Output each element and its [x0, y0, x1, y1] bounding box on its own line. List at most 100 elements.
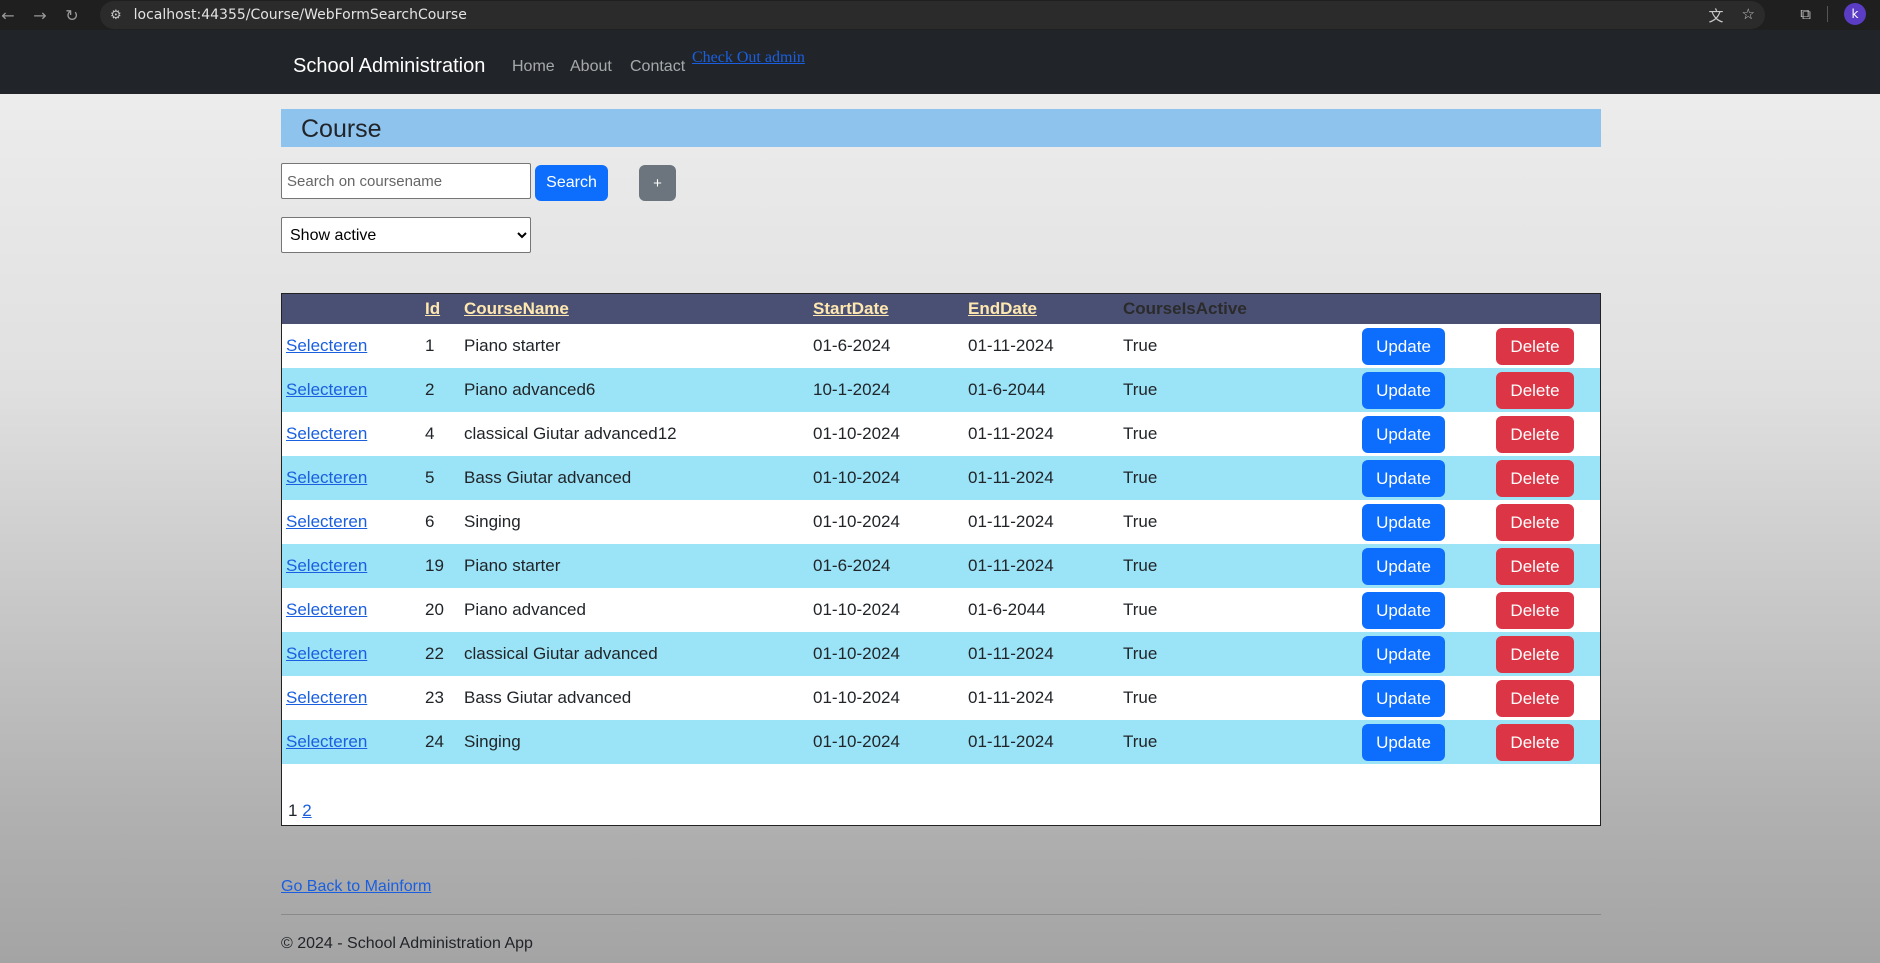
address-bar[interactable]: ⚙ localhost:44355/Course/WebFormSearchCo… [100, 1, 1765, 29]
update-button[interactable]: Update [1362, 591, 1445, 629]
sort-enddate-link[interactable]: EndDate [968, 299, 1037, 318]
col-enddate-header[interactable]: EndDate [964, 294, 1119, 324]
nav-home-link[interactable]: Home [512, 58, 555, 76]
update-button[interactable]: Update [1362, 547, 1445, 585]
update-button[interactable]: Update [1362, 723, 1445, 761]
col-id-header[interactable]: Id [421, 294, 460, 324]
search-button[interactable]: Search [535, 165, 608, 201]
cell-courseisactive: True [1123, 512, 1158, 531]
delete-button[interactable]: Delete [1496, 591, 1574, 629]
cell-delete[interactable]: Delete [1492, 720, 1600, 764]
pager-page-2-link[interactable]: 2 [302, 801, 311, 820]
sort-startdate-link[interactable]: StartDate [813, 299, 889, 318]
select-row-link[interactable]: Selecteren [286, 336, 367, 355]
nav-about-link[interactable]: About [570, 58, 612, 76]
active-filter-select[interactable]: Show active [281, 217, 531, 253]
update-button[interactable]: Update [1362, 371, 1445, 409]
select-row-link[interactable]: Selecteren [286, 556, 367, 575]
cell-update[interactable]: Update [1358, 544, 1492, 588]
delete-button[interactable]: Delete [1496, 503, 1574, 541]
cell-update[interactable]: Update [1358, 720, 1492, 764]
nav-contact-link[interactable]: Contact [630, 58, 685, 76]
cell-id: 2 [425, 380, 435, 399]
delete-button[interactable]: Delete [1496, 679, 1574, 717]
col-startdate-header[interactable]: StartDate [809, 294, 964, 324]
sort-id-link[interactable]: Id [425, 299, 440, 318]
cell-select[interactable]: Selecteren [282, 500, 421, 544]
select-row-link[interactable]: Selecteren [286, 732, 367, 751]
select-row-link[interactable]: Selecteren [286, 424, 367, 443]
cell-enddate: 01-11-2024 [968, 688, 1054, 707]
cell-update[interactable]: Update [1358, 412, 1492, 456]
select-row-link[interactable]: Selecteren [286, 380, 367, 399]
cell-update[interactable]: Update [1358, 456, 1492, 500]
reload-icon[interactable]: ↻ [56, 6, 88, 25]
select-row-link[interactable]: Selecteren [286, 512, 367, 531]
cell-select[interactable]: Selecteren [282, 544, 421, 588]
cell-select[interactable]: Selecteren [282, 676, 421, 720]
cell-update[interactable]: Update [1358, 632, 1492, 676]
cell-select[interactable]: Selecteren [282, 368, 421, 412]
sort-coursename-link[interactable]: CourseName [464, 299, 569, 318]
star-icon[interactable]: ☆ [1742, 5, 1755, 26]
cell-id: 19 [425, 556, 444, 575]
cell-select[interactable]: Selecteren [282, 456, 421, 500]
cell-courseisactive: True [1123, 732, 1158, 751]
select-row-link[interactable]: Selecteren [286, 468, 367, 487]
cell-update[interactable]: Update [1358, 324, 1492, 368]
cell-delete[interactable]: Delete [1492, 588, 1600, 632]
cell-enddate: 01-11-2024 [968, 556, 1054, 575]
update-button[interactable]: Update [1362, 503, 1445, 541]
cell-delete[interactable]: Delete [1492, 676, 1600, 720]
back-to-mainform-link[interactable]: Go Back to Mainform [281, 878, 431, 896]
cell-enddate: 01-11-2024 [968, 644, 1054, 663]
translate-icon[interactable]: 文 [1709, 5, 1724, 26]
delete-button[interactable]: Delete [1496, 371, 1574, 409]
cell-update[interactable]: Update [1358, 368, 1492, 412]
cell-startdate: 01-10-2024 [813, 512, 900, 531]
site-settings-icon[interactable]: ⚙ [110, 8, 122, 23]
cell-delete[interactable]: Delete [1492, 368, 1600, 412]
delete-button[interactable]: Delete [1496, 723, 1574, 761]
cell-coursename: Piano starter [464, 556, 561, 575]
cell-delete[interactable]: Delete [1492, 456, 1600, 500]
select-row-link[interactable]: Selecteren [286, 688, 367, 707]
cell-delete[interactable]: Delete [1492, 632, 1600, 676]
arrow-right-icon[interactable]: → [24, 6, 56, 25]
update-button[interactable]: Update [1362, 459, 1445, 497]
arrow-left-icon[interactable]: ← [0, 6, 24, 25]
cell-select[interactable]: Selecteren [282, 412, 421, 456]
delete-button[interactable]: Delete [1496, 547, 1574, 585]
cell-update[interactable]: Update [1358, 588, 1492, 632]
col-coursename-header[interactable]: CourseName [460, 294, 809, 324]
extensions-icon[interactable]: ⧉ [1800, 5, 1811, 23]
update-button[interactable]: Update [1362, 415, 1445, 453]
cell-select[interactable]: Selecteren [282, 632, 421, 676]
cell-delete[interactable]: Delete [1492, 412, 1600, 456]
cell-id: 20 [425, 600, 444, 619]
update-button[interactable]: Update [1362, 679, 1445, 717]
delete-button[interactable]: Delete [1496, 635, 1574, 673]
update-button[interactable]: Update [1362, 635, 1445, 673]
cell-select[interactable]: Selecteren [282, 324, 421, 368]
cell-delete[interactable]: Delete [1492, 324, 1600, 368]
brand-link[interactable]: School Administration [293, 55, 485, 78]
cell-select[interactable]: Selecteren [282, 588, 421, 632]
cell-update[interactable]: Update [1358, 500, 1492, 544]
select-row-link[interactable]: Selecteren [286, 600, 367, 619]
cell-select[interactable]: Selecteren [282, 720, 421, 764]
cell-enddate: 01-11-2024 [968, 468, 1054, 487]
cell-update[interactable]: Update [1358, 676, 1492, 720]
cell-delete[interactable]: Delete [1492, 500, 1600, 544]
update-button[interactable]: Update [1362, 327, 1445, 365]
select-row-link[interactable]: Selecteren [286, 644, 367, 663]
delete-button[interactable]: Delete [1496, 327, 1574, 365]
cell-coursename: classical Giutar advanced [464, 644, 658, 663]
profile-avatar[interactable]: k [1844, 3, 1866, 25]
add-course-button[interactable]: + [639, 165, 676, 201]
delete-button[interactable]: Delete [1496, 415, 1574, 453]
search-input[interactable] [281, 163, 531, 199]
delete-button[interactable]: Delete [1496, 459, 1574, 497]
cell-delete[interactable]: Delete [1492, 544, 1600, 588]
checkout-link[interactable]: Check Out admin [692, 49, 805, 67]
